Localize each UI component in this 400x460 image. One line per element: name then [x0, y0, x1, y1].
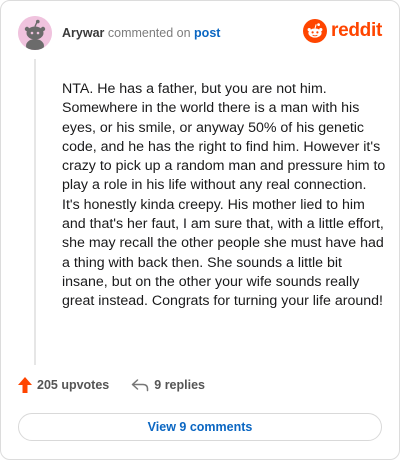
reddit-wordmark: reddit — [331, 20, 382, 41]
reply-count: 9 replies — [154, 378, 205, 392]
upvote-count: 205 upvotes — [37, 378, 110, 392]
post-link[interactable]: post — [194, 26, 220, 40]
comment-body: NTA. He has a father, but you are not hi… — [62, 81, 386, 310]
snoo-avatar-icon — [18, 16, 52, 50]
upvote-arrow-icon — [18, 377, 32, 393]
comment-footer: 205 upvotes 9 replies — [18, 377, 205, 393]
upvote-button[interactable]: 205 upvotes — [18, 377, 109, 393]
user-avatar[interactable] — [18, 16, 52, 50]
reddit-logo-icon — [303, 19, 328, 43]
replies-button[interactable]: 9 replies — [131, 378, 205, 392]
view-comments-button[interactable]: View 9 comments — [18, 413, 382, 441]
comment-card: Arywar commented on post reddit NTA. He … — [0, 0, 400, 460]
reddit-logo[interactable]: reddit — [303, 19, 382, 43]
reply-arrow-icon — [132, 379, 149, 392]
username-link[interactable]: Arywar — [62, 26, 104, 40]
comment-header: Arywar commented on post — [62, 25, 220, 41]
thread-line — [34, 59, 36, 365]
action-text: commented on — [107, 26, 191, 40]
